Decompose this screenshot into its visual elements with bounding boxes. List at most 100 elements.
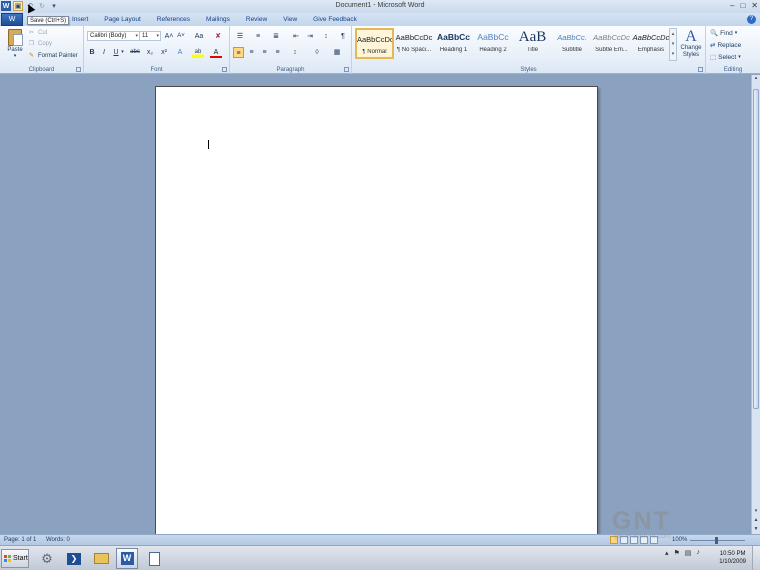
- font-color-button[interactable]: A: [210, 47, 222, 58]
- multilevel-list-button[interactable]: ≣: [269, 31, 283, 42]
- previous-page-icon[interactable]: ▲: [752, 517, 760, 525]
- shrink-font-button[interactable]: A˅: [176, 31, 186, 42]
- replace-button[interactable]: ⇄ Replace: [710, 40, 741, 51]
- document-page[interactable]: [155, 86, 598, 546]
- tab-mailings[interactable]: Mailings: [198, 15, 238, 26]
- vertical-scrollbar[interactable]: ▴ ▾ ▲ ▼: [751, 75, 760, 534]
- chevron-down-icon: ▾: [156, 33, 159, 39]
- copy-button[interactable]: ❐ Copy: [28, 39, 52, 49]
- change-styles-button[interactable]: A Change Styles: [679, 28, 703, 62]
- help-icon[interactable]: ?: [747, 15, 756, 24]
- style-subtle-emphasis[interactable]: AaBbCcDc Subtle Em...: [592, 28, 631, 59]
- web-layout-icon[interactable]: [630, 536, 638, 544]
- paragraph-group-label: Paragraph: [276, 67, 305, 73]
- styles-launcher-icon[interactable]: [698, 67, 703, 72]
- tray-expand-icon[interactable]: ▴: [665, 549, 669, 557]
- increase-indent-button[interactable]: ⇥: [304, 31, 316, 42]
- style-heading-2[interactable]: AaBbCc Heading 2: [474, 28, 513, 59]
- tab-review[interactable]: Review: [238, 15, 275, 26]
- tab-page-layout[interactable]: Page Layout: [96, 15, 149, 26]
- style-preview: AaBbCc: [436, 32, 471, 42]
- superscript-button[interactable]: x²: [158, 47, 170, 58]
- paragraph-launcher-icon[interactable]: [344, 67, 349, 72]
- minimize-button[interactable]: –: [730, 1, 734, 10]
- zoom-slider-knob[interactable]: [715, 537, 718, 544]
- subscript-button[interactable]: x₂: [144, 47, 156, 58]
- taskbar-explorer-icon[interactable]: [90, 548, 112, 569]
- network-icon[interactable]: ▤: [685, 549, 692, 557]
- page-count[interactable]: Page: 1 of 1: [4, 536, 36, 545]
- file-tab-button[interactable]: W: [1, 13, 23, 26]
- bold-button[interactable]: B: [87, 47, 97, 58]
- copy-label: Copy: [38, 41, 53, 47]
- chevron-down-icon: ▾: [734, 30, 738, 36]
- style-title[interactable]: AaB Title: [513, 28, 552, 59]
- action-center-flag-icon[interactable]: ⚑: [674, 549, 680, 557]
- strikethrough-button[interactable]: abc: [128, 47, 142, 58]
- font-launcher-icon[interactable]: [222, 67, 227, 72]
- outline-icon[interactable]: [640, 536, 648, 544]
- chevron-down-icon[interactable]: ▾: [120, 47, 125, 58]
- align-right-button[interactable]: ≡: [259, 47, 270, 58]
- maximize-button[interactable]: □: [740, 1, 745, 10]
- full-screen-reading-icon[interactable]: [620, 536, 628, 544]
- show-desktop-button[interactable]: [752, 546, 760, 570]
- bullets-button[interactable]: ☰: [233, 31, 247, 42]
- scrollbar-thumb[interactable]: [753, 89, 759, 409]
- italic-button[interactable]: I: [99, 47, 109, 58]
- scroll-up-icon[interactable]: ▴: [752, 75, 760, 83]
- tab-view[interactable]: View: [275, 15, 305, 26]
- numbering-button[interactable]: ≡: [251, 31, 265, 42]
- paste-button[interactable]: Paste ▾: [4, 28, 26, 62]
- show-formatting-button[interactable]: ¶: [337, 31, 349, 42]
- volume-icon[interactable]: ♪: [696, 549, 700, 557]
- scroll-down-icon[interactable]: ▾: [752, 508, 760, 516]
- draft-icon[interactable]: [650, 536, 658, 544]
- style-gallery: AaBbCcDc ¶ Normal AaBbCcDc ¶ No Spaci...…: [355, 28, 673, 61]
- text-effects-button[interactable]: A: [174, 47, 186, 58]
- tab-give-feedback[interactable]: Give Feedback: [305, 15, 365, 26]
- grow-font-button[interactable]: A˄: [164, 31, 174, 42]
- style-normal[interactable]: AaBbCcDc ¶ Normal: [355, 28, 394, 59]
- close-button[interactable]: ✕: [751, 1, 758, 10]
- font-size-combo[interactable]: 11 ▾: [139, 31, 161, 41]
- word-count[interactable]: Words: 0: [46, 536, 70, 545]
- zoom-level[interactable]: 100%: [672, 536, 687, 545]
- chevron-up-icon[interactable]: ▴: [670, 29, 676, 39]
- sort-button[interactable]: ↕: [320, 31, 332, 42]
- taskbar-server-manager-icon[interactable]: ⚙: [36, 548, 58, 569]
- taskbar-document-icon[interactable]: [143, 548, 165, 569]
- style-subtitle[interactable]: AaBbCc. Subtitle: [553, 28, 592, 59]
- taskbar-powershell-icon[interactable]: ❯: [63, 548, 85, 569]
- chevron-down-icon[interactable]: ▾: [670, 39, 676, 49]
- next-page-icon[interactable]: ▼: [752, 526, 760, 534]
- decrease-indent-button[interactable]: ⇤: [290, 31, 302, 42]
- font-name-combo[interactable]: Calibri (Body) ▾: [87, 31, 140, 41]
- cut-button[interactable]: ✂ Cut: [28, 28, 47, 38]
- center-button[interactable]: ≡: [246, 47, 257, 58]
- taskbar-word-icon[interactable]: W: [116, 548, 138, 569]
- shading-button[interactable]: ◊: [310, 47, 324, 58]
- style-no-spacing[interactable]: AaBbCcDc ¶ No Spaci...: [395, 28, 434, 59]
- style-emphasis[interactable]: AaBbCcDc Emphasis: [632, 28, 671, 59]
- more-icon[interactable]: ▾: [670, 49, 676, 59]
- format-painter-button[interactable]: ✎ Format Painter: [28, 51, 78, 61]
- tab-references[interactable]: References: [149, 15, 198, 26]
- line-spacing-button[interactable]: ↕: [288, 47, 302, 58]
- cut-label: Cut: [38, 30, 48, 36]
- start-button[interactable]: Start: [1, 549, 29, 568]
- font-name-value: Calibri (Body): [90, 33, 127, 39]
- clipboard-launcher-icon[interactable]: [76, 67, 81, 72]
- justify-button[interactable]: ≡: [272, 47, 283, 58]
- select-button[interactable]: ⬚ Select ▾: [710, 52, 741, 63]
- style-gallery-scroll[interactable]: ▴ ▾ ▾: [669, 28, 677, 61]
- clear-formatting-button[interactable]: ✘: [212, 31, 224, 42]
- find-button[interactable]: 🔍 Find ▾: [710, 28, 737, 39]
- align-left-button[interactable]: ≡: [233, 47, 244, 58]
- highlight-button[interactable]: ab: [192, 47, 204, 58]
- change-case-button[interactable]: Aa: [192, 31, 206, 42]
- print-layout-icon[interactable]: [610, 536, 618, 544]
- style-heading-1[interactable]: AaBbCc Heading 1: [434, 28, 473, 59]
- clock[interactable]: 10:50 PM 1/10/2009: [719, 550, 746, 566]
- borders-button[interactable]: ▦: [330, 47, 344, 58]
